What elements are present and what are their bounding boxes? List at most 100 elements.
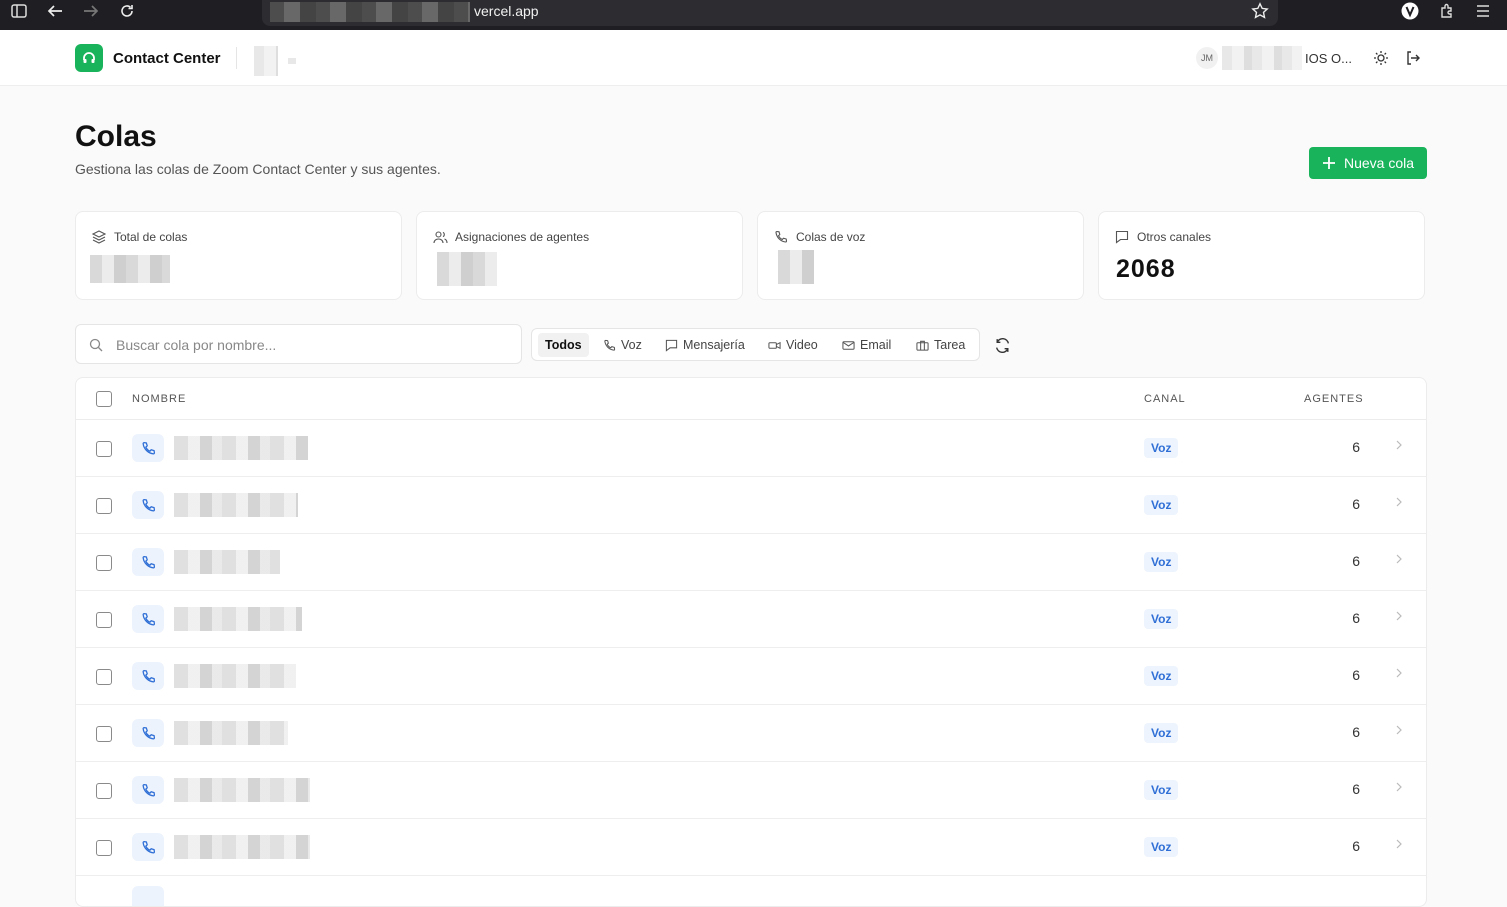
table-row[interactable]: Voz 6 [76,648,1426,705]
table-row[interactable]: Voz 6 [76,534,1426,591]
redacted-queue-name [174,493,298,517]
row-checkbox[interactable] [96,441,112,457]
redacted-queue-name [174,664,296,688]
app-header: Contact Center JM IOS O... [0,30,1507,86]
chevron-right-icon[interactable] [1392,438,1406,452]
chevron-right-icon[interactable] [1392,837,1406,851]
browser-toolbar: vercel.app [0,0,1507,30]
back-icon[interactable] [44,0,66,22]
phone-icon [132,491,164,519]
table-row[interactable]: Voz 6 [76,705,1426,762]
stat-label: Colas de voz [796,230,866,244]
stat-label: Asignaciones de agentes [455,230,590,244]
filter-voice[interactable]: Voz [596,333,649,357]
agent-count: 6 [1352,496,1360,512]
logout-icon[interactable] [1403,48,1423,68]
chevron-right-icon[interactable] [1392,609,1406,623]
filter-all[interactable]: Todos [538,333,589,357]
row-checkbox[interactable] [96,726,112,742]
phone-icon [604,339,616,351]
layers-icon [91,229,107,245]
header-divider [236,47,237,69]
table-row[interactable]: Voz 6 [76,591,1426,648]
row-checkbox[interactable] [96,669,112,685]
filter-label: Email [860,338,892,352]
reload-icon[interactable] [116,0,138,22]
filter-messaging[interactable]: Mensajería [658,333,752,357]
vercel-extension-icon[interactable] [1399,0,1421,22]
new-queue-label: Nueva cola [1343,155,1415,171]
redacted-queue-name [174,835,310,859]
select-all-checkbox[interactable] [96,391,112,407]
user-name[interactable]: IOS O... [1305,51,1352,66]
headset-logo-icon[interactable] [75,44,103,72]
column-channel: CANAL [1144,393,1186,405]
forward-icon[interactable] [80,0,102,22]
row-checkbox[interactable] [96,612,112,628]
agent-count: 6 [1352,781,1360,797]
bookmark-star-icon[interactable] [1249,0,1271,22]
chevron-right-icon[interactable] [1392,552,1406,566]
redacted-org [254,46,278,76]
agent-count: 6 [1352,610,1360,626]
channel-badge: Voz [1144,837,1179,857]
redacted-org-mark [288,58,296,64]
agent-count: 6 [1352,724,1360,740]
table-row[interactable]: Voz 6 [76,819,1426,876]
redacted-queue-name [174,721,288,745]
agent-count: 6 [1352,838,1360,854]
channel-badge: Voz [1144,780,1179,800]
stat-card-assignments: Asignaciones de agentes [416,211,743,300]
table-row[interactable]: Voz 6 [76,762,1426,819]
app-name: Contact Center [113,50,221,67]
menu-icon[interactable] [1472,0,1494,22]
redacted-stat-value [778,250,814,284]
redacted-url [270,2,470,22]
chevron-right-icon[interactable] [1392,666,1406,680]
new-queue-button[interactable]: Nueva cola [1309,147,1427,179]
redacted-queue-name [174,550,280,574]
filter-task[interactable]: Tarea [909,333,972,357]
stat-card-total: Total de colas [75,211,402,300]
filter-email[interactable]: Email [835,333,898,357]
user-avatar[interactable]: JM [1196,47,1218,69]
phone-icon [132,776,164,804]
stat-label: Total de colas [114,230,188,244]
address-bar[interactable]: vercel.app [262,0,1278,26]
theme-sun-icon[interactable] [1371,48,1391,68]
message-icon [665,339,678,352]
channel-badge: Voz [1144,609,1179,629]
channel-badge: Voz [1144,495,1179,515]
row-checkbox[interactable] [96,498,112,514]
table-row[interactable]: Voz 6 [76,420,1426,477]
chevron-right-icon[interactable] [1392,780,1406,794]
filter-video[interactable]: Video [761,333,825,357]
search-input[interactable] [116,334,506,356]
stat-card-other-channels: Otros canales 2068 [1098,211,1425,300]
mail-icon [842,340,855,350]
message-icon [1114,229,1130,245]
chevron-right-icon[interactable] [1392,723,1406,737]
agent-count: 6 [1352,667,1360,683]
filter-label: Tarea [934,338,966,352]
channel-badge: Voz [1144,666,1179,686]
phone-icon [132,548,164,576]
row-checkbox[interactable] [96,555,112,571]
page-title: Colas [75,120,157,153]
stat-value: 2068 [1116,255,1176,283]
agent-count: 6 [1352,553,1360,569]
video-icon [768,341,781,349]
refresh-icon[interactable] [992,335,1012,355]
table-row[interactable]: Voz 6 [76,477,1426,534]
plus-icon [1322,157,1335,169]
redacted-stat-value [437,252,497,286]
table-row-partial[interactable] [76,876,1426,906]
chevron-right-icon[interactable] [1392,495,1406,509]
extensions-icon[interactable] [1436,0,1458,22]
row-checkbox[interactable] [96,840,112,856]
redacted-queue-name [174,607,302,631]
agent-count: 6 [1352,439,1360,455]
column-agents: AGENTES [1304,393,1364,405]
row-checkbox[interactable] [96,783,112,799]
sidebar-toggle-icon[interactable] [8,0,30,22]
